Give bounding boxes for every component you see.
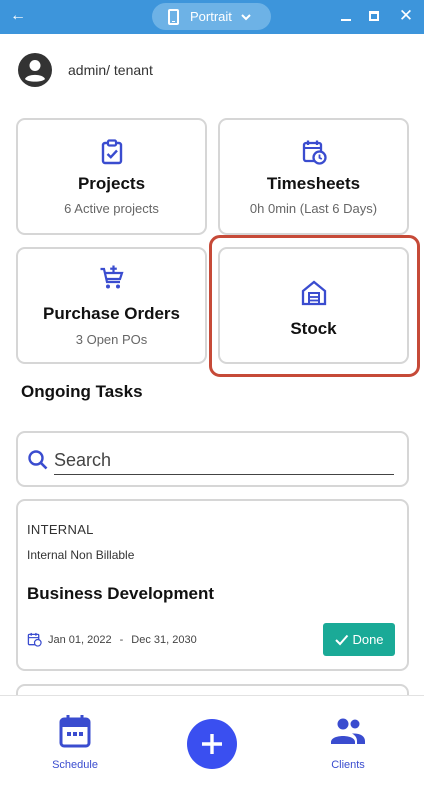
nav-schedule-label: Schedule	[52, 759, 98, 771]
title-bar: ← Portrait ✕	[0, 0, 424, 34]
task-date-separator: -	[119, 633, 124, 646]
timesheets-title: Timesheets	[266, 174, 361, 193]
search-box	[16, 431, 409, 487]
projects-title: Projects	[77, 174, 146, 193]
purchase-orders-subtitle: 3 Open POs	[18, 332, 205, 347]
projects-label: Active projects	[74, 201, 159, 216]
cart-plus-icon	[100, 265, 124, 289]
calendar-clock-icon	[302, 140, 327, 165]
done-button[interactable]: Done	[323, 623, 395, 656]
ongoing-tasks-title: Ongoing Tasks	[21, 382, 143, 401]
task-title: Business Development	[27, 584, 215, 603]
user-name: admin/ tenant	[68, 62, 153, 78]
bottom-navigation: Schedule Clients	[0, 695, 424, 788]
calendar-clock-icon	[27, 632, 42, 647]
done-label: Done	[352, 632, 384, 647]
search-input[interactable]	[54, 447, 394, 475]
add-button[interactable]	[187, 719, 237, 769]
task-card[interactable]: INTERNAL Internal Non Billable Business …	[16, 499, 409, 671]
task-start-date: Jan 01, 2022	[48, 633, 112, 646]
task-billing: Internal Non Billable	[27, 548, 135, 562]
account-circle-icon[interactable]	[17, 52, 53, 88]
purchase-orders-title: Purchase Orders	[42, 304, 180, 323]
orientation-dropdown[interactable]: Portrait	[152, 3, 271, 30]
task-type: INTERNAL	[27, 522, 94, 537]
projects-count: 6	[64, 201, 72, 216]
maximize-icon[interactable]	[369, 11, 379, 21]
back-arrow-icon[interactable]: ←	[8, 6, 28, 26]
clipboard-check-icon	[101, 139, 122, 165]
nav-schedule[interactable]: Schedule	[40, 714, 110, 771]
task-dates: Jan 01, 2022 - Dec 31, 2030	[27, 632, 197, 647]
people-icon	[331, 718, 365, 744]
phone-icon	[168, 8, 179, 25]
chevron-down-icon	[241, 13, 251, 20]
search-icon	[28, 450, 48, 470]
minimize-icon[interactable]	[341, 19, 351, 21]
nav-clients-label: Clients	[331, 759, 365, 771]
user-row: admin/ tenant	[17, 52, 153, 88]
purchase-orders-count: 3	[75, 332, 83, 347]
calendar-icon	[59, 715, 91, 748]
timesheets-subtitle: 0h 0min (Last 6 Days)	[249, 201, 378, 216]
timesheets-card[interactable]: Timesheets 0h 0min (Last 6 Days)	[218, 118, 409, 235]
check-icon	[335, 634, 349, 646]
nav-clients[interactable]: Clients	[313, 714, 383, 771]
orientation-label: Portrait	[190, 9, 232, 24]
stock-highlight-outline	[209, 235, 420, 377]
purchase-orders-label: Open POs	[86, 332, 148, 347]
plus-icon	[202, 734, 222, 754]
projects-card[interactable]: Projects 6 Active projects	[16, 118, 207, 235]
close-icon[interactable]: ✕	[398, 6, 414, 26]
purchase-orders-card[interactable]: Purchase Orders 3 Open POs	[16, 247, 207, 364]
projects-subtitle: 6 Active projects	[18, 201, 205, 216]
task-end-date: Dec 31, 2030	[131, 633, 197, 646]
